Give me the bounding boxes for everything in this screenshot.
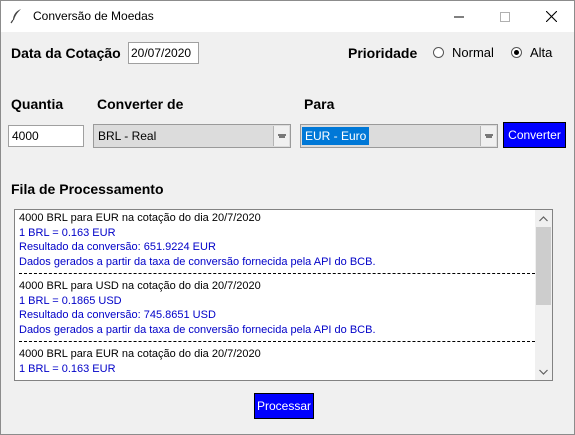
radio-selected-icon [511, 47, 522, 58]
title-bar: Conversão de Moedas [1, 1, 574, 32]
entry-title: 4000 BRL para EUR na cotação do dia 20/7… [19, 348, 261, 360]
radio-unselected-icon [433, 47, 444, 58]
entry-source: Dados gerados a partir da taxa de conver… [19, 323, 376, 336]
entry-result: Resultado da conversão: 651.9224 EUR [19, 241, 216, 253]
list-item: 4000 BRL para USD na cotação do dia 20/7… [19, 279, 535, 337]
queue-content: 4000 BRL para EUR na cotação do dia 20/7… [19, 211, 535, 376]
scroll-down-icon[interactable] [535, 363, 552, 380]
entry-title: 4000 BRL para EUR na cotação do dia 20/7… [19, 212, 261, 224]
entry-separator [19, 273, 535, 274]
maximize-icon[interactable] [482, 1, 528, 32]
date-input[interactable]: 20/07/2020 [128, 42, 199, 64]
quantity-input[interactable]: 4000 [8, 125, 84, 147]
processing-queue[interactable]: 4000 BRL para EUR na cotação do dia 20/7… [14, 209, 553, 381]
close-icon[interactable] [528, 1, 574, 32]
vertical-scrollbar[interactable] [535, 210, 552, 380]
queue-label: Fila de Processamento [11, 181, 164, 197]
dropdown-arrow-icon[interactable] [273, 126, 289, 146]
list-item: 4000 BRL para EUR na cotação do dia 20/7… [19, 347, 535, 376]
date-label: Data da Cotação [11, 45, 121, 61]
entry-result: Resultado da conversão: 745.8651 USD [19, 309, 216, 321]
from-currency-value: BRL - Real [98, 129, 157, 143]
entry-rate: 1 BRL = 0.1865 USD [19, 294, 122, 307]
entry-rate: 1 BRL = 0.163 EUR [19, 362, 116, 375]
from-currency-select[interactable]: BRL - Real [93, 124, 291, 148]
window-title: Conversão de Moedas [33, 9, 154, 23]
entry-rate: 1 BRL = 0.163 EUR [19, 226, 116, 239]
priority-alta-radio[interactable]: Alta [511, 45, 552, 60]
feather-app-icon [9, 8, 25, 24]
minimize-icon[interactable] [436, 1, 482, 32]
process-button[interactable]: Processar [254, 393, 314, 419]
entry-separator [19, 341, 535, 342]
scroll-up-icon[interactable] [535, 210, 552, 227]
dropdown-arrow-icon[interactable] [480, 126, 496, 146]
priority-label: Prioridade [348, 45, 418, 61]
priority-normal-label: Normal [452, 45, 494, 60]
convert-button[interactable]: Converter [503, 122, 566, 148]
priority-alta-label: Alta [530, 45, 553, 60]
to-currency-select[interactable]: EUR - Euro [300, 124, 498, 148]
to-currency-value: EUR - Euro [302, 127, 370, 145]
to-label: Para [304, 96, 335, 112]
entry-source: Dados gerados a partir da taxa de conver… [19, 255, 376, 268]
app-window: Conversão de Moedas Data da Cotação 20/0… [0, 0, 575, 435]
from-label: Converter de [97, 96, 184, 112]
quantity-label: Quantia [11, 96, 64, 112]
entry-title: 4000 BRL para USD na cotação do dia 20/7… [19, 280, 261, 292]
scrollbar-thumb[interactable] [536, 227, 551, 305]
list-item: 4000 BRL para EUR na cotação do dia 20/7… [19, 211, 535, 269]
priority-normal-radio[interactable]: Normal [433, 45, 494, 60]
